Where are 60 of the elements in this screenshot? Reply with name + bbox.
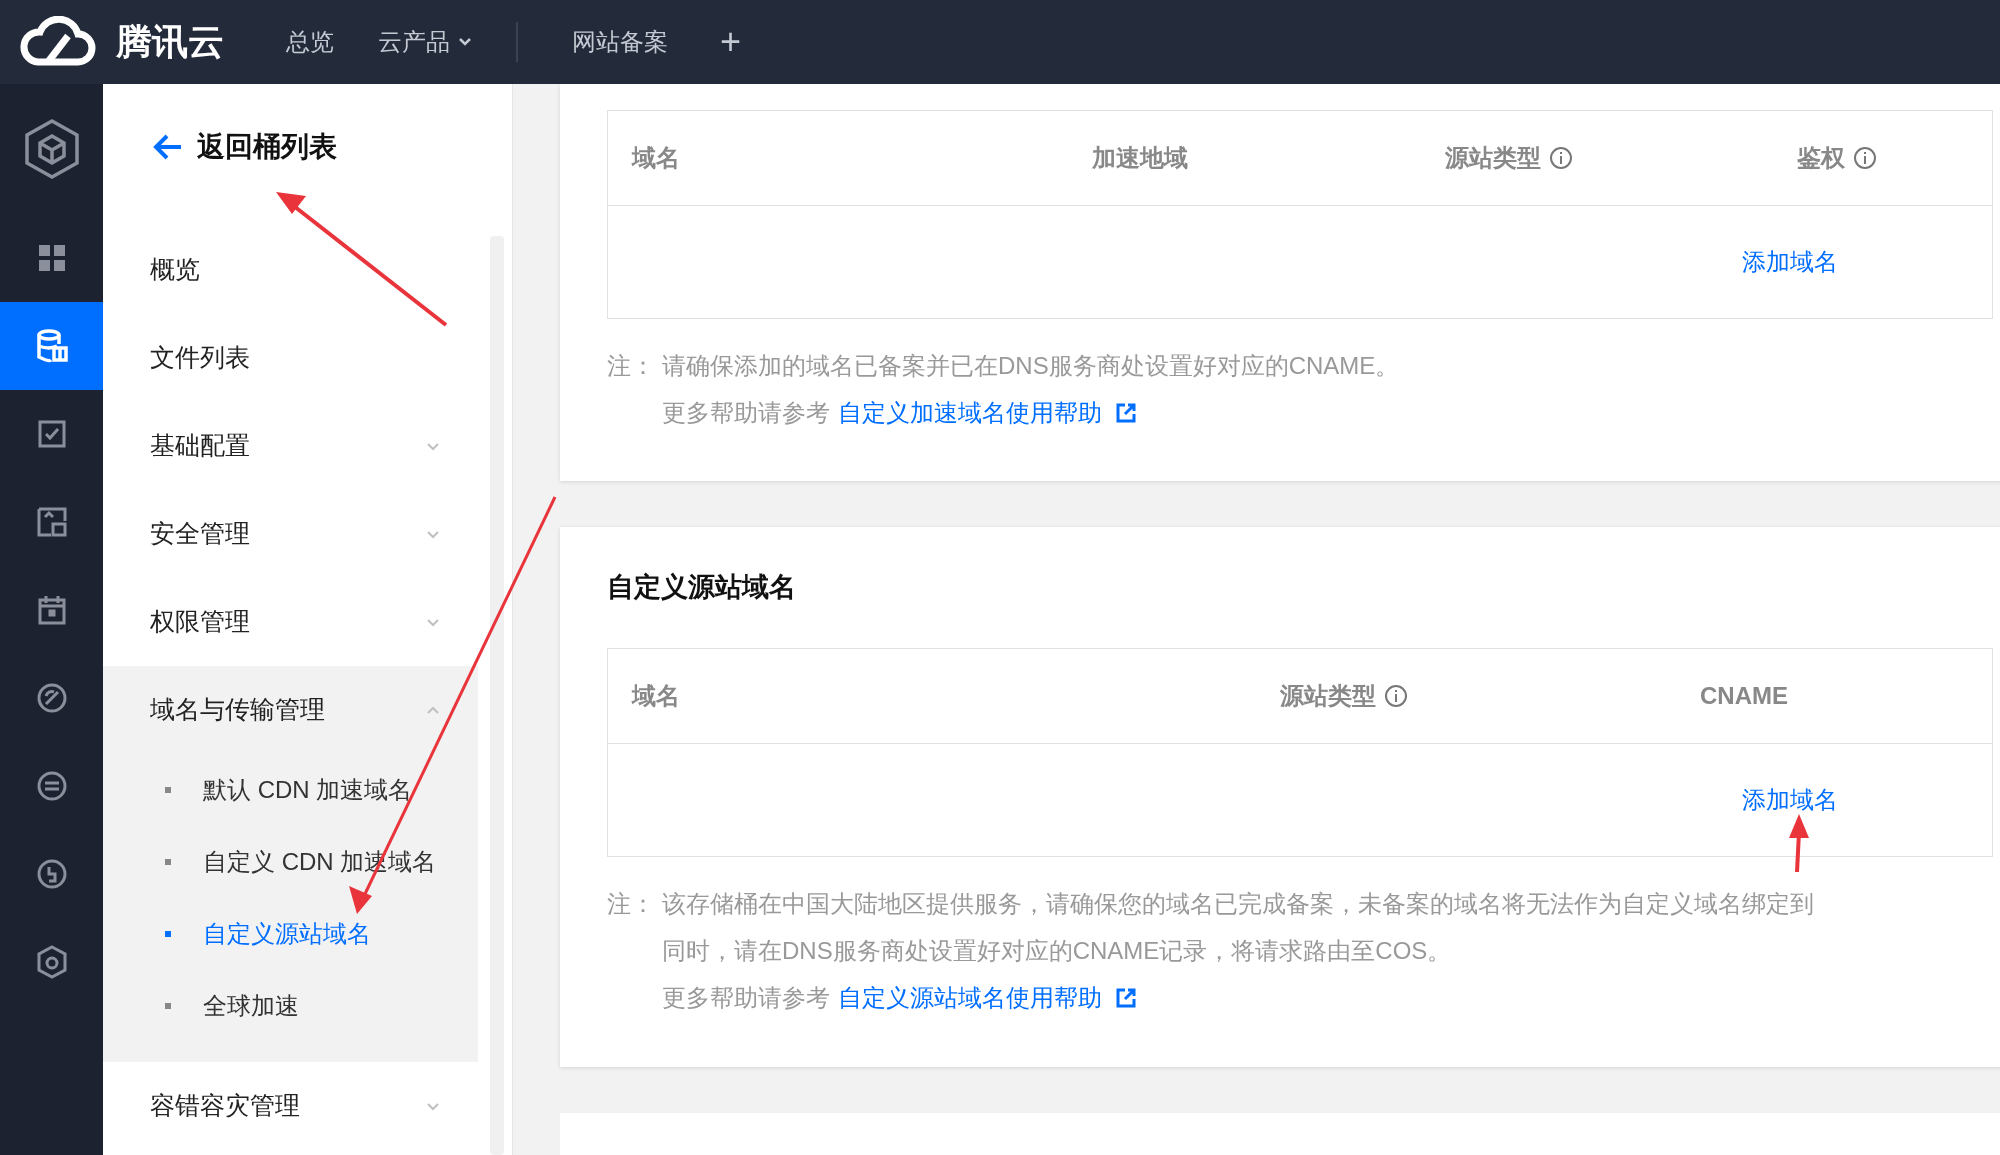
rail-item[interactable]: [0, 302, 103, 390]
add-domain-link[interactable]: 添加域名: [1742, 782, 1838, 818]
nav-link[interactable]: 网站备案: [572, 24, 668, 60]
bullet-icon: [165, 1003, 171, 1009]
hexagon-icon: [35, 945, 68, 979]
cloud-logo-icon[interactable]: [20, 16, 96, 68]
column-header: 源站类型: [1280, 681, 1376, 711]
menu-item[interactable]: 文件列表: [103, 314, 478, 402]
bullet-icon: [165, 787, 171, 793]
hexagon-cube-icon: [23, 118, 80, 180]
help-link[interactable]: 自定义源站域名使用帮助: [838, 979, 1102, 1016]
external-link-icon[interactable]: [1116, 402, 1136, 423]
note-label: 注：: [607, 888, 656, 919]
submenu-item[interactable]: 默认 CDN 加速域名: [103, 754, 478, 826]
menu-item[interactable]: 安全管理: [103, 490, 478, 578]
section-title: 自定义源站域名: [607, 570, 797, 604]
column-header: 域名: [632, 143, 680, 173]
image-icon: [36, 507, 67, 537]
checkbox-icon: [37, 420, 66, 448]
nav-link[interactable]: 总览: [286, 24, 334, 60]
menu-item[interactable]: 域名与传输管理: [103, 666, 478, 754]
info-icon[interactable]: [1549, 146, 1573, 170]
column-header: CNAME: [1700, 681, 1788, 711]
help-text: 更多帮助请参考: [662, 397, 830, 428]
column-header: 鉴权: [1797, 143, 1845, 173]
column-header: 域名: [632, 681, 680, 711]
menu-item[interactable]: 容错容灾管理: [103, 1062, 478, 1150]
nav-link[interactable]: 云产品: [378, 24, 472, 60]
menu-item[interactable]: 基础配置: [103, 402, 478, 490]
back-arrow-icon: [153, 134, 183, 160]
column-header: 源站类型: [1445, 143, 1541, 173]
scrollbar[interactable]: [490, 236, 504, 1155]
calendar-icon: [37, 595, 66, 625]
chevron-down-icon: [458, 37, 472, 47]
database-icon: [35, 329, 68, 363]
circle-lines-icon: [35, 770, 68, 802]
info-icon[interactable]: [1384, 684, 1408, 708]
note-label: 注：: [607, 350, 656, 381]
bullet-icon: [165, 931, 171, 937]
help-text: 更多帮助请参考: [662, 982, 830, 1013]
note-text: 该存储桶在中国大陆地区提供服务，请确保您的域名已完成备案，未备案的域名将无法作为自定义域名绑定到: [662, 888, 1814, 919]
menu-item[interactable]: 概览: [103, 226, 478, 314]
annotation-arrow: [1789, 814, 1809, 873]
coin-icon: [35, 858, 68, 890]
add-domain-link[interactable]: 添加域名: [1742, 244, 1838, 280]
help-link[interactable]: 自定义加速域名使用帮助: [838, 394, 1102, 431]
back-link[interactable]: 返回桶列表: [103, 107, 337, 187]
info-icon[interactable]: [1853, 146, 1877, 170]
brand-name: 腾讯云: [116, 20, 224, 64]
column-header: 加速地域: [1092, 143, 1188, 173]
note-text: 请确保添加的域名已备案并已在DNS服务商处设置好对应的CNAME。: [662, 350, 1400, 381]
note-text: 同时，请在DNS服务商处设置好对应的CNAME记录，将请求路由至COS。: [662, 935, 1452, 966]
menu-item[interactable]: 权限管理: [103, 578, 478, 666]
external-link-icon[interactable]: [1116, 987, 1136, 1008]
submenu-item[interactable]: 自定义源站域名: [103, 898, 478, 970]
submenu-item[interactable]: 全球加速: [103, 970, 478, 1042]
add-button[interactable]: +: [720, 24, 742, 60]
grid-icon: [37, 244, 66, 272]
bullet-icon: [165, 859, 171, 865]
gauge-icon: [35, 682, 68, 714]
